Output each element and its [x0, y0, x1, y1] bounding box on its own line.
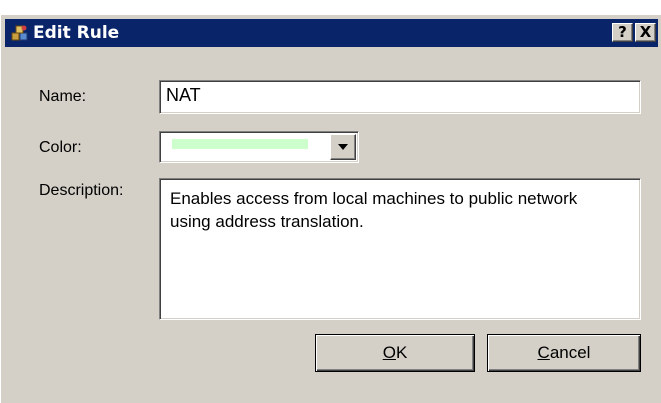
cancel-accelerator: C — [537, 343, 550, 362]
ok-accelerator: O — [382, 343, 396, 362]
dialog-title: Edit Rule — [33, 23, 120, 43]
name-value: NAT — [166, 85, 201, 105]
color-swatch — [172, 139, 308, 149]
chevron-down-icon — [338, 144, 348, 150]
cancel-label-rest: ancel — [549, 343, 591, 362]
description-label: Description: — [39, 182, 124, 199]
title-bar[interactable]: Edit Rule ? X — [5, 19, 658, 47]
color-dropdown-button[interactable] — [330, 134, 356, 160]
color-dropdown[interactable] — [159, 131, 359, 163]
name-field[interactable]: NAT — [159, 80, 641, 114]
close-button[interactable]: X — [635, 23, 656, 42]
description-value: Enables access from local machines to pu… — [170, 189, 578, 231]
rule-icon — [11, 24, 29, 42]
help-button[interactable]: ? — [612, 23, 633, 42]
name-label: Name: — [39, 88, 87, 105]
description-textarea[interactable]: Enables access from local machines to pu… — [159, 178, 641, 320]
ok-button[interactable]: OK — [315, 334, 475, 372]
ok-label-rest: K — [395, 343, 408, 362]
color-label: Color: — [39, 139, 82, 156]
edit-rule-dialog: Edit Rule ? X Name: NAT Color: Descripti… — [0, 14, 661, 403]
cancel-button[interactable]: Cancel — [487, 334, 641, 372]
